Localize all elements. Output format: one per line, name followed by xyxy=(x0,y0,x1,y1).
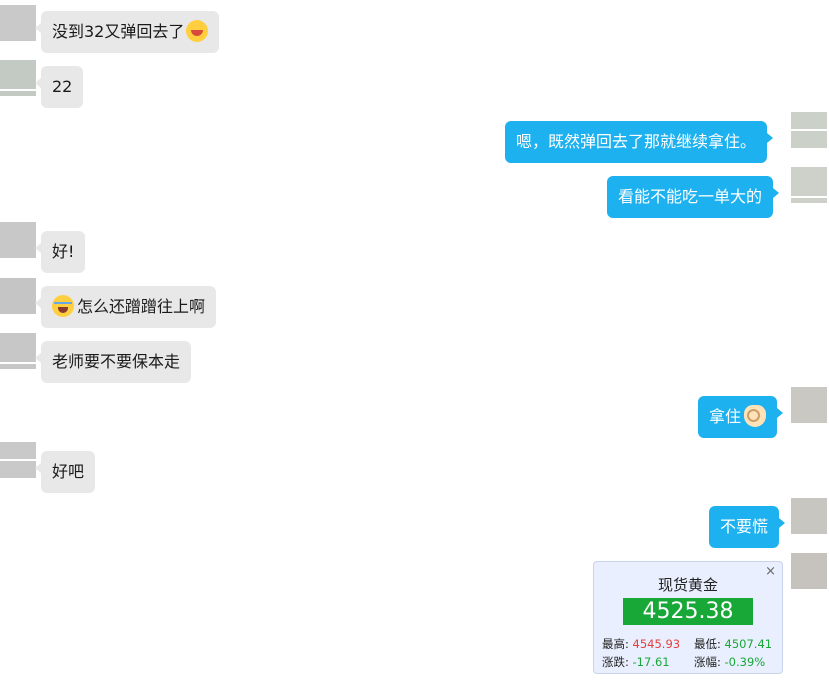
quote-title: 现货黄金 xyxy=(657,576,718,594)
crying-laughing-emoji-icon xyxy=(52,295,74,317)
message-text: 嗯，既然弹回去了那就继续拿住。 xyxy=(516,132,757,151)
message-text: 没到32又弹回去了 xyxy=(52,22,185,41)
avatar[interactable] xyxy=(791,553,827,589)
avatar[interactable] xyxy=(0,60,36,96)
avatar[interactable] xyxy=(791,112,827,148)
message-text: 不要慌 xyxy=(720,517,769,536)
high-label: 最高: xyxy=(602,637,629,651)
avatar[interactable] xyxy=(0,442,36,478)
message-bubble[interactable]: 嗯，既然弹回去了那就继续拿住。 xyxy=(505,121,774,163)
low-stat: 最低: 4507.41 xyxy=(694,636,772,652)
change-label: 涨跌: xyxy=(602,655,629,669)
laughing-emoji-icon xyxy=(186,20,209,42)
message-bubble[interactable]: 没到32又弹回去了 xyxy=(34,11,220,53)
pct-value: -0.39% xyxy=(724,655,766,669)
message-bubble[interactable]: 看能不能吃一单大的 xyxy=(607,176,780,218)
change-value: -17.61 xyxy=(632,655,670,669)
pct-stat: 涨幅: -0.39% xyxy=(694,654,765,670)
message-text: 怎么还蹭蹭往上啊 xyxy=(77,297,206,316)
high-stat: 最高: 4545.93 xyxy=(602,636,680,652)
message-text: 拿住 xyxy=(709,407,742,426)
change-stat: 涨跌: -17.61 xyxy=(602,654,670,670)
message-bubble[interactable]: 好吧 xyxy=(34,451,96,493)
avatar[interactable] xyxy=(0,5,36,41)
avatar[interactable] xyxy=(0,222,36,258)
gold-quote-card[interactable]: × 现货黄金 4525.38 最高: 4545.93 最低: 4507.41 涨… xyxy=(593,561,783,674)
message-bubble[interactable]: 怎么还蹭蹭往上啊 xyxy=(34,286,217,328)
low-label: 最低: xyxy=(694,637,721,651)
message-text: 22 xyxy=(52,77,73,96)
message-bubble[interactable]: 拿住 xyxy=(698,396,784,438)
avatar[interactable] xyxy=(791,387,827,423)
message-bubble[interactable]: 不要慌 xyxy=(709,506,786,548)
message-text: 好! xyxy=(52,242,75,261)
ok-hand-emoji-icon xyxy=(744,405,767,427)
pct-label: 涨幅: xyxy=(694,655,721,669)
message-text: 看能不能吃一单大的 xyxy=(618,187,763,206)
avatar[interactable] xyxy=(0,333,36,369)
message-text: 老师要不要保本走 xyxy=(52,352,181,371)
high-value: 4545.93 xyxy=(632,637,681,651)
avatar[interactable] xyxy=(791,167,827,203)
message-bubble[interactable]: 22 xyxy=(34,66,84,108)
message-text: 好吧 xyxy=(52,462,85,481)
low-value: 4507.41 xyxy=(724,637,773,651)
message-bubble[interactable]: 老师要不要保本走 xyxy=(34,341,192,383)
avatar[interactable] xyxy=(791,498,827,534)
quote-price: 4525.38 xyxy=(623,598,753,625)
message-bubble[interactable]: 好! xyxy=(34,231,86,273)
avatar[interactable] xyxy=(0,278,36,314)
